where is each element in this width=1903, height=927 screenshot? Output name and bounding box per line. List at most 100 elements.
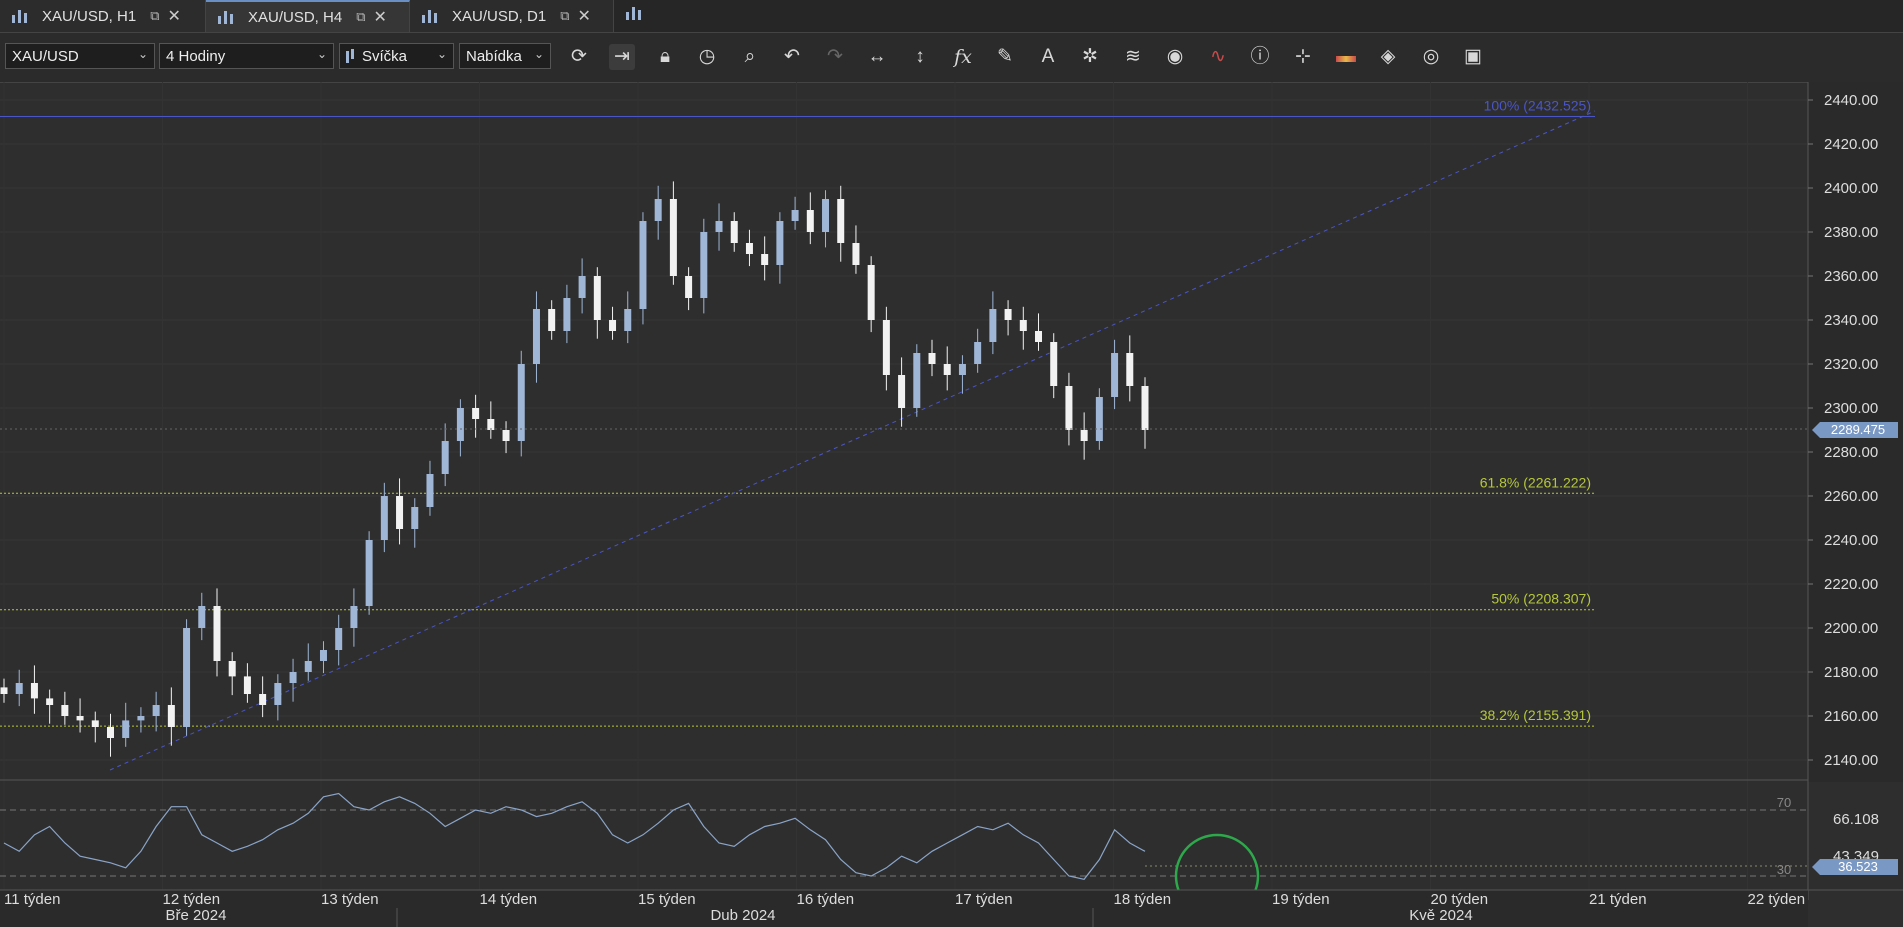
rsi-value-66: 66.108 — [1833, 811, 1879, 828]
candle-body — [228, 661, 236, 677]
week-label: 17 týden — [955, 891, 1013, 908]
price-chart[interactable]: 100% (2432.525) 61.8% (2261.222) 50% (2208… — [0, 0, 1903, 927]
candle-body — [456, 408, 464, 441]
month-label: Bře 2024 — [166, 907, 227, 924]
candle-body — [289, 672, 297, 683]
price-tick-label: 2180.00 — [1824, 664, 1878, 681]
candle-body — [1080, 430, 1088, 441]
candle-body — [958, 364, 966, 375]
current-price-badge: 2289.475 — [1812, 422, 1898, 438]
week-label: 19 týden — [1272, 891, 1330, 908]
candle-body — [578, 276, 586, 298]
price-tick-label: 2360.00 — [1824, 268, 1878, 285]
current-price-label: 2289.475 — [1831, 422, 1885, 437]
candle-body — [639, 221, 647, 309]
rsi-level-70-label: 70 — [1777, 795, 1791, 810]
candle-body — [791, 210, 799, 221]
candle-body — [76, 716, 84, 721]
fib-level-label: 61.8% (2261.222) — [1480, 474, 1591, 490]
week-label: 21 týden — [1589, 891, 1647, 908]
time-axis[interactable] — [0, 890, 1808, 927]
candle-body — [776, 221, 784, 265]
candle-body — [685, 276, 693, 298]
rsi-level-30-label: 30 — [1777, 862, 1791, 877]
week-label: 12 týden — [163, 891, 221, 908]
fibonacci-retracement[interactable]: 100% (2432.525) 61.8% (2261.222) 50% (2208… — [0, 97, 1595, 727]
candle-body — [761, 254, 769, 265]
candle-body — [441, 441, 449, 474]
candle-body — [654, 199, 662, 221]
candle-body — [350, 606, 358, 628]
candle-body — [319, 650, 327, 661]
fib-level-label: 50% (2208.307) — [1491, 591, 1591, 607]
trend-line[interactable] — [109, 110, 1596, 771]
candle-body — [563, 298, 571, 331]
candle-body — [472, 408, 480, 419]
candle-body — [426, 474, 434, 507]
candle-body — [882, 320, 890, 375]
candle-body — [1050, 342, 1058, 386]
candle-body — [1095, 397, 1103, 441]
week-label: 20 týden — [1431, 891, 1489, 908]
price-tick-label: 2200.00 — [1824, 620, 1878, 637]
candle-body — [213, 606, 221, 661]
fib-level-label: 38.2% (2155.391) — [1480, 707, 1591, 723]
price-tick-label: 2420.00 — [1824, 136, 1878, 153]
price-tick-label: 2380.00 — [1824, 224, 1878, 241]
candle-body — [548, 309, 556, 331]
price-tick-label: 2300.00 — [1824, 400, 1878, 417]
candle-body — [837, 199, 845, 243]
candle-body — [380, 496, 388, 540]
week-label: 18 týden — [1114, 891, 1172, 908]
candle-body — [1065, 386, 1073, 430]
candles — [0, 181, 1149, 757]
candle-body — [274, 683, 282, 705]
candle-body — [913, 353, 921, 408]
price-tick-label: 2400.00 — [1824, 180, 1878, 197]
candle-body — [593, 276, 601, 320]
price-tick-label: 2220.00 — [1824, 576, 1878, 593]
candle-body — [852, 243, 860, 265]
candle-body — [304, 661, 312, 672]
candle-body — [669, 199, 677, 276]
candle-body — [106, 727, 114, 738]
candle-body — [715, 221, 723, 232]
candle-body — [624, 309, 632, 331]
candle-body — [198, 606, 206, 628]
candle-body — [335, 628, 343, 650]
candle-body — [122, 720, 130, 738]
rsi-line — [3, 792, 1146, 880]
candle-body — [365, 540, 373, 606]
candle-body — [1111, 353, 1119, 397]
candle-body — [928, 353, 936, 364]
candle-body — [15, 683, 23, 694]
candle-body — [487, 419, 495, 430]
month-label: Dub 2024 — [710, 907, 775, 924]
candle-body — [1004, 309, 1012, 320]
candle-body — [806, 210, 814, 232]
candle-body — [1035, 331, 1043, 342]
candle-body — [1126, 353, 1134, 386]
price-tick-label: 2160.00 — [1824, 708, 1878, 725]
candle-body — [411, 507, 419, 529]
candle-body — [243, 676, 251, 694]
candle-body — [396, 496, 404, 529]
rsi-current-badge: 36.523 — [1812, 859, 1898, 875]
week-label: 14 týden — [480, 891, 538, 908]
price-tick-label: 2140.00 — [1824, 752, 1878, 769]
month-label: Kvě 2024 — [1409, 907, 1472, 924]
candle-body — [30, 683, 38, 699]
candle-body — [91, 720, 99, 727]
candle-body — [61, 705, 69, 716]
candle-body — [822, 199, 830, 232]
week-label: 16 týden — [797, 891, 855, 908]
price-tick-label: 2320.00 — [1824, 356, 1878, 373]
candle-body — [502, 430, 510, 441]
price-tick-label: 2340.00 — [1824, 312, 1878, 329]
price-tick-label: 2280.00 — [1824, 444, 1878, 461]
candle-body — [0, 687, 8, 694]
candle-body — [609, 320, 617, 331]
candle-body — [183, 628, 191, 727]
price-tick-label: 2260.00 — [1824, 488, 1878, 505]
candle-body — [989, 309, 997, 342]
